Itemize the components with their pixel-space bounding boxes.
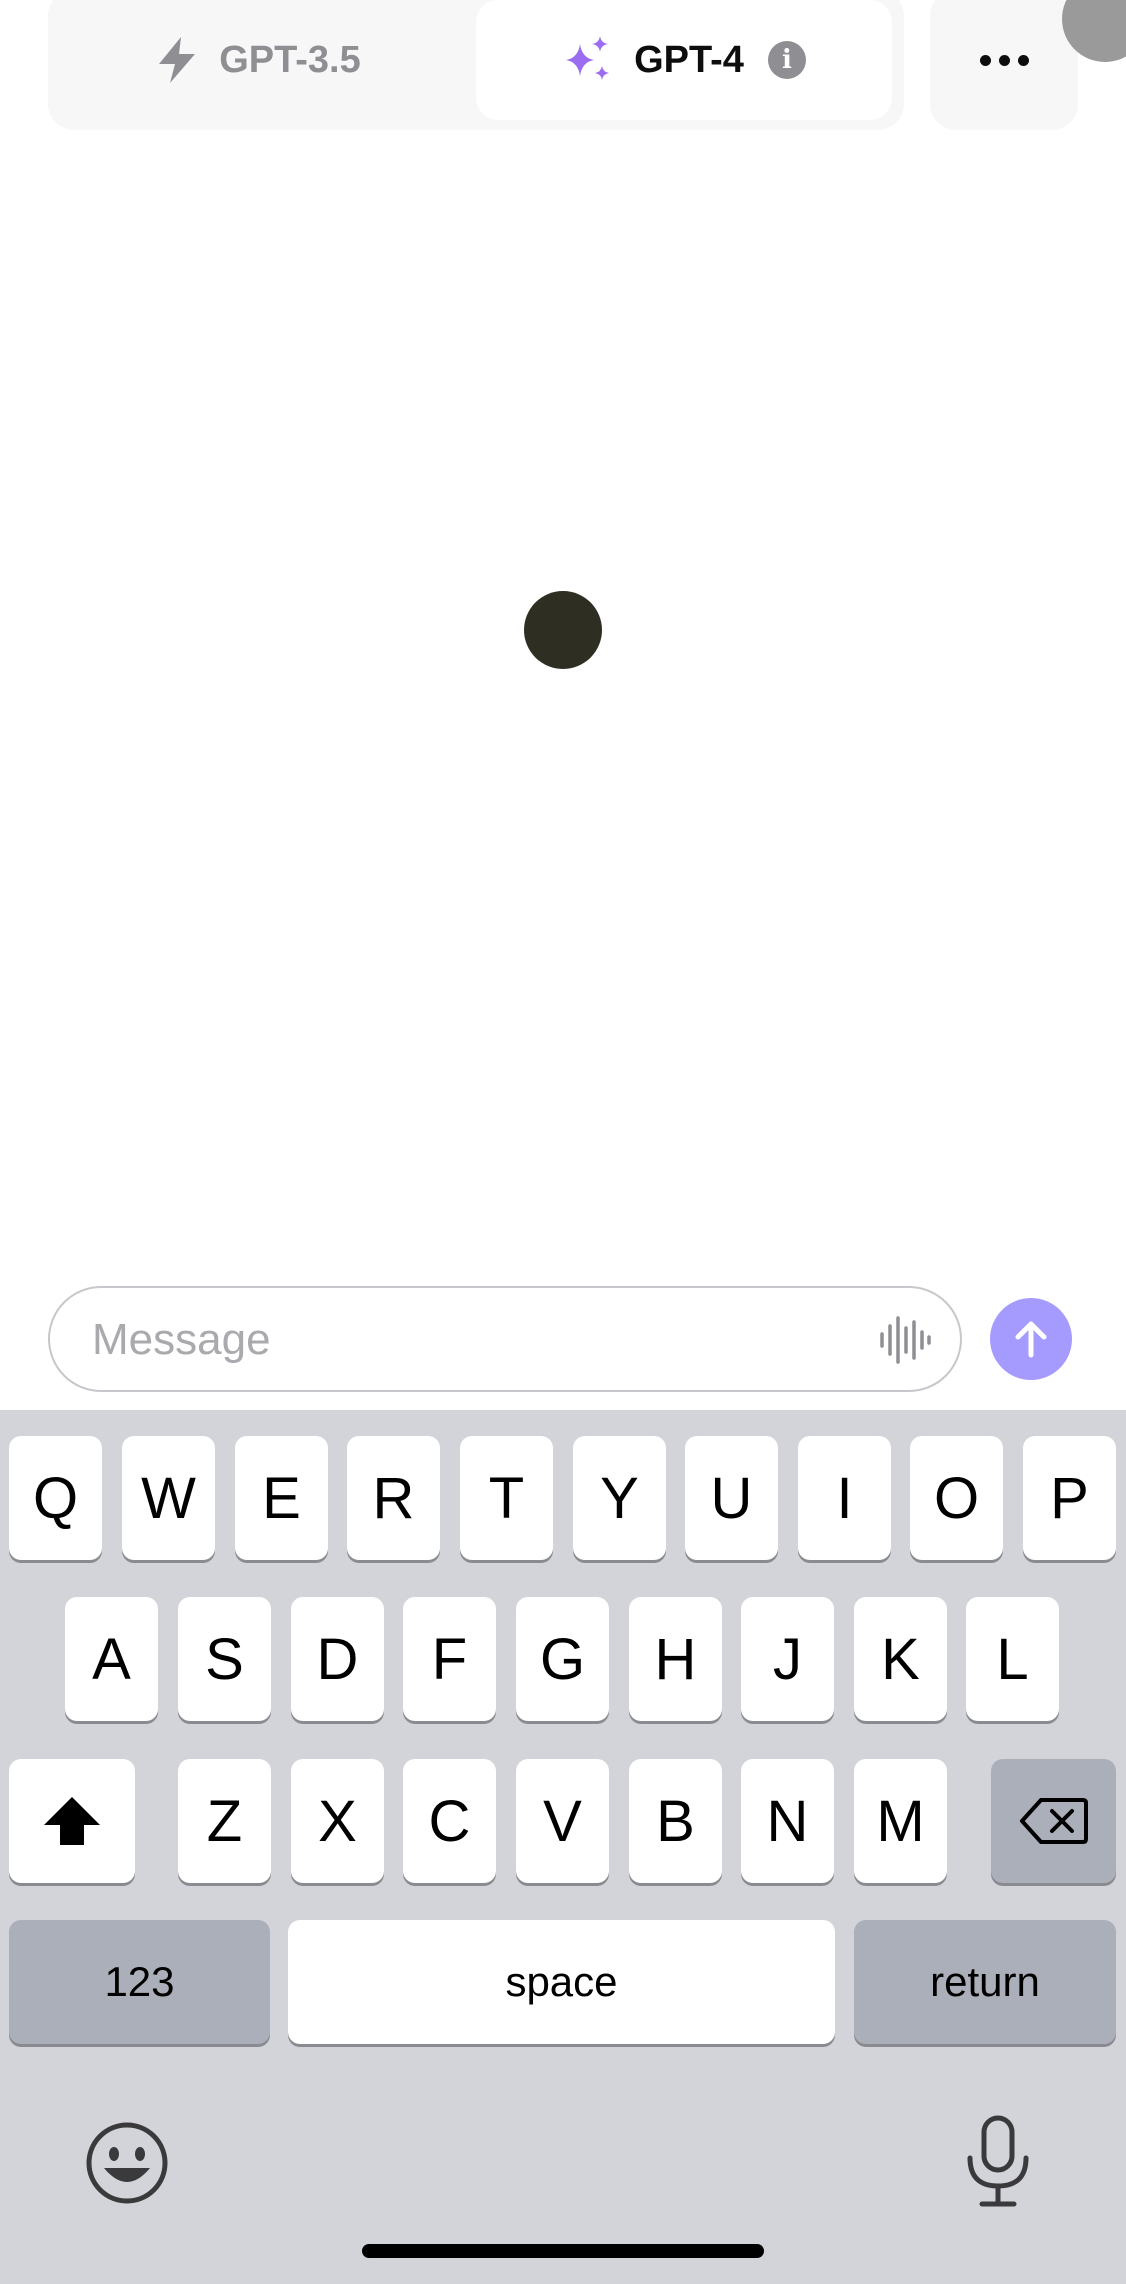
more-options-button[interactable] xyxy=(930,0,1078,130)
model-option-label: GPT-3.5 xyxy=(219,38,361,81)
numbers-key[interactable]: 123 xyxy=(9,1920,270,2044)
key-q[interactable]: Q xyxy=(9,1436,102,1560)
key-c[interactable]: C xyxy=(403,1759,496,1883)
delete-key[interactable] xyxy=(991,1759,1116,1883)
key-x[interactable]: X xyxy=(291,1759,384,1883)
space-key[interactable]: space xyxy=(288,1920,835,2044)
model-option-gpt-3-5[interactable]: GPT-3.5 xyxy=(48,0,468,120)
key-n[interactable]: N xyxy=(741,1759,834,1883)
microphone-icon[interactable] xyxy=(962,2114,1034,2215)
shift-key[interactable] xyxy=(9,1759,135,1883)
send-button[interactable] xyxy=(990,1298,1072,1380)
key-r[interactable]: R xyxy=(347,1436,440,1560)
key-l[interactable]: L xyxy=(966,1597,1059,1721)
key-s[interactable]: S xyxy=(178,1597,271,1721)
model-option-gpt-4[interactable]: GPT-4 i xyxy=(476,0,892,120)
sparkles-icon xyxy=(562,34,614,86)
key-o[interactable]: O xyxy=(910,1436,1003,1560)
key-p[interactable]: P xyxy=(1023,1436,1116,1560)
key-g[interactable]: G xyxy=(516,1597,609,1721)
shift-arrow-icon xyxy=(40,1793,104,1849)
key-d[interactable]: D xyxy=(291,1597,384,1721)
key-u[interactable]: U xyxy=(685,1436,778,1560)
home-indicator xyxy=(362,2244,764,2258)
key-h[interactable]: H xyxy=(629,1597,722,1721)
key-b[interactable]: B xyxy=(629,1759,722,1883)
key-v[interactable]: V xyxy=(516,1759,609,1883)
audio-waveform-icon[interactable] xyxy=(876,1312,932,1368)
key-m[interactable]: M xyxy=(854,1759,947,1883)
ellipsis-icon xyxy=(976,54,1033,66)
return-key[interactable]: return xyxy=(854,1920,1116,2044)
on-screen-keyboard: Q W E R T Y U I O P A S D F G H J K L Z … xyxy=(0,1410,1126,2284)
key-k[interactable]: K xyxy=(854,1597,947,1721)
arrow-up-icon xyxy=(1009,1317,1053,1361)
model-option-label: GPT-4 xyxy=(634,38,744,81)
info-icon[interactable]: i xyxy=(767,41,806,79)
backspace-icon xyxy=(1019,1796,1089,1846)
message-input[interactable] xyxy=(90,1288,854,1392)
key-w[interactable]: W xyxy=(122,1436,215,1560)
lightning-bolt-icon xyxy=(155,35,199,85)
key-a[interactable]: A xyxy=(65,1597,158,1721)
key-e[interactable]: E xyxy=(235,1436,328,1560)
emoji-icon[interactable] xyxy=(84,2120,170,2211)
key-f[interactable]: F xyxy=(403,1597,496,1721)
key-i[interactable]: I xyxy=(798,1436,891,1560)
key-z[interactable]: Z xyxy=(178,1759,271,1883)
key-j[interactable]: J xyxy=(741,1597,834,1721)
loading-indicator xyxy=(524,591,602,669)
key-y[interactable]: Y xyxy=(573,1436,666,1560)
key-t[interactable]: T xyxy=(460,1436,553,1560)
message-composer xyxy=(48,1286,962,1392)
